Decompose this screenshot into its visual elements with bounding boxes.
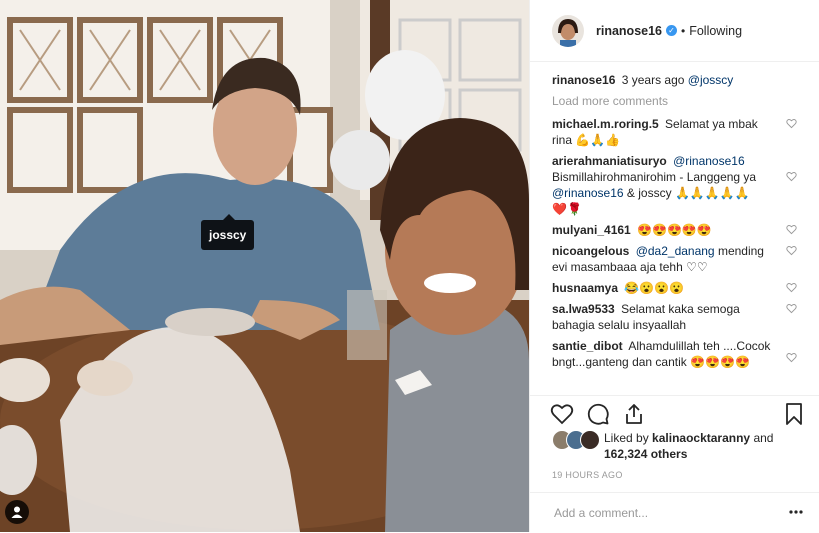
comment-emojis: 😍😍😍😍 bbox=[690, 355, 750, 369]
caption-time: 3 years ago bbox=[621, 73, 685, 87]
comment-item: sa.lwa9533 Selamat kaka semoga bahagia s… bbox=[552, 301, 803, 333]
liker-username[interactable]: kalinaocktaranny bbox=[652, 431, 750, 445]
comment-username[interactable]: husnaamya bbox=[552, 281, 618, 295]
share-icon[interactable] bbox=[622, 402, 646, 426]
instagram-post: josscy rinanose16 ✓ • Following rinanose… bbox=[0, 0, 819, 532]
caption-username[interactable]: rinanose16 bbox=[552, 73, 615, 87]
bookmark-icon[interactable] bbox=[782, 402, 806, 426]
add-comment-bar bbox=[530, 492, 819, 533]
post-caption: rinanose16 3 years ago @josscy bbox=[552, 72, 803, 88]
likes-count[interactable]: 162,324 others bbox=[604, 447, 687, 461]
comment-emojis-2: ❤️🌹 bbox=[552, 202, 582, 216]
load-more-comments-link[interactable]: Load more comments bbox=[552, 94, 803, 108]
post-header: rinanose16 ✓ • Following bbox=[530, 0, 819, 62]
liked-by-label: Liked by bbox=[604, 431, 649, 445]
profile-avatar[interactable] bbox=[552, 14, 584, 47]
comment-item: mulyani_4161 😍😍😍😍😍 bbox=[552, 222, 803, 238]
post-timestamp[interactable]: 19 HOURS AGO bbox=[552, 470, 623, 480]
comment-username[interactable]: sa.lwa9533 bbox=[552, 302, 615, 316]
separator-dot: • bbox=[681, 23, 686, 38]
liker-avatars bbox=[552, 430, 600, 450]
post-photo[interactable]: josscy bbox=[0, 0, 529, 532]
comment-item: husnaamya 😂😮😮😮 bbox=[552, 280, 803, 296]
like-comment-heart-icon[interactable] bbox=[786, 303, 797, 314]
liker-avatar[interactable] bbox=[580, 430, 600, 450]
verified-badge-icon: ✓ bbox=[666, 25, 678, 36]
comment-emojis: 💪🙏👍 bbox=[575, 133, 621, 147]
following-button[interactable]: Following bbox=[689, 24, 742, 38]
comment-mention[interactable]: @rinanose16 bbox=[552, 186, 624, 200]
user-tag-icon[interactable] bbox=[5, 500, 29, 524]
comment-item: michael.m.roring.5 Selamat ya mbak rina … bbox=[552, 116, 803, 148]
likes-and-label: and bbox=[753, 431, 774, 445]
comment-item: santie_dibot Alhamdulillah teh ....Cocok… bbox=[552, 338, 803, 370]
comment-bubble-icon[interactable] bbox=[586, 402, 610, 426]
post-username[interactable]: rinanose16 bbox=[596, 24, 662, 38]
post-actions-bar bbox=[530, 395, 819, 430]
comment-username[interactable]: michael.m.roring.5 bbox=[552, 117, 659, 131]
likes-text: Liked by kalinaocktaranny and 162,324 ot… bbox=[604, 430, 773, 462]
comment-emojis: 😍😍😍😍😍 bbox=[637, 223, 712, 237]
comment-username[interactable]: arierahmaniatisuryo bbox=[552, 154, 667, 168]
like-comment-heart-icon[interactable] bbox=[786, 118, 797, 129]
comment-item: arierahmaniatisuryo @rinanose16 Bismilla… bbox=[552, 153, 803, 217]
caption-mention[interactable]: @josscy bbox=[688, 73, 734, 87]
add-comment-input[interactable] bbox=[552, 505, 756, 521]
likes-summary: Liked by kalinaocktaranny and 162,324 ot… bbox=[552, 430, 809, 462]
photo-illustration bbox=[0, 0, 529, 532]
post-side-panel: rinanose16 ✓ • Following rinanose16 3 ye… bbox=[529, 0, 819, 532]
comment-text-2: & josscy bbox=[626, 186, 672, 200]
like-comment-heart-icon[interactable] bbox=[786, 282, 797, 293]
more-options-icon[interactable] bbox=[789, 510, 803, 514]
like-comment-heart-icon[interactable] bbox=[786, 352, 797, 363]
comment-emojis: 🙏🙏🙏🙏🙏 bbox=[674, 186, 750, 200]
like-comment-heart-icon[interactable] bbox=[786, 171, 797, 182]
comment-text: Bismillahirohmanirohim - Langgeng ya bbox=[552, 170, 757, 184]
like-heart-icon[interactable] bbox=[550, 402, 574, 426]
comment-username[interactable]: santie_dibot bbox=[552, 339, 623, 353]
photo-tag-label[interactable]: josscy bbox=[201, 214, 255, 250]
like-comment-heart-icon[interactable] bbox=[786, 224, 797, 235]
like-comment-heart-icon[interactable] bbox=[786, 245, 797, 256]
comment-item: nicoangelous @da2_danang mending evi mas… bbox=[552, 243, 803, 275]
comment-mention[interactable]: @rinanose16 bbox=[673, 154, 745, 168]
comment-emojis: 😂😮😮😮 bbox=[624, 281, 685, 295]
comment-username[interactable]: mulyani_4161 bbox=[552, 223, 631, 237]
comments-list[interactable]: rinanose16 3 years ago @josscy Load more… bbox=[552, 72, 803, 394]
comment-username[interactable]: nicoangelous bbox=[552, 244, 629, 258]
comment-mention[interactable]: @da2_danang bbox=[636, 244, 715, 258]
